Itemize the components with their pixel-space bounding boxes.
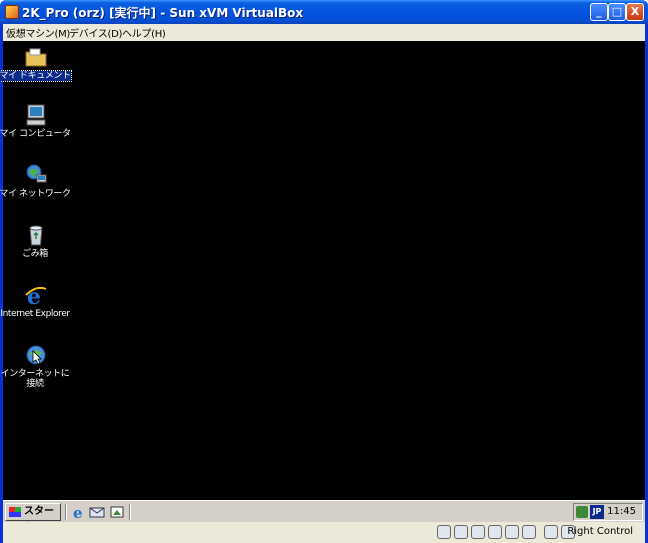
network-adapter-icon[interactable] [488, 525, 502, 539]
ime-indicator[interactable]: JP [590, 505, 604, 519]
network-status-icon[interactable] [576, 506, 588, 518]
vm-status-bar: Right Control [3, 522, 645, 543]
recycle-bin-icon [29, 225, 43, 246]
system-tray: JP 11:45 [573, 503, 643, 521]
ie-icon: e [25, 284, 47, 307]
desktop-icon-my-computer[interactable]: マイ コンピュータ [0, 103, 71, 155]
virtualbox-icon [5, 5, 19, 19]
connect-icon [26, 345, 46, 365]
host-key-label: Right Control [567, 526, 633, 537]
window-title: 2K_Pro (orz) [実行中] - Sun xVM VirtualBox [22, 6, 304, 20]
guest-screen[interactable]: マイ ドキュメント マイ コンピュータ マイ ネットワーク ごみ箱 e Inte… [0, 41, 645, 500]
desktop-icon-label: Internet Explorer [0, 309, 70, 319]
desktop-icon-label: マイ ネットワーク [0, 189, 71, 199]
svg-text:e: e [73, 504, 83, 520]
guest-taskbar: スタート e JP 11:45 [3, 500, 645, 533]
usb-icon[interactable] [505, 525, 519, 539]
menu-devices[interactable]: デバイス(D) [69, 25, 122, 40]
quicklaunch-outlook-icon[interactable] [89, 504, 105, 520]
start-button[interactable]: スタート [5, 503, 61, 533]
close-button[interactable]: X [626, 3, 644, 21]
folder-icon [25, 48, 47, 67]
title-bar[interactable]: 2K_Pro (orz) [実行中] - Sun xVM VirtualBox … [0, 0, 648, 24]
floppy-icon[interactable] [471, 525, 485, 539]
desktop-icon-my-documents[interactable]: マイ ドキュメント [0, 45, 72, 97]
quicklaunch-ie-icon[interactable]: e [71, 504, 87, 520]
network-icon [26, 164, 47, 183]
desktop-icon-label: マイ ドキュメント [0, 70, 72, 82]
taskbar-separator [129, 504, 131, 520]
quicklaunch-desktop-icon[interactable] [109, 504, 125, 520]
harddisk-icon[interactable] [437, 525, 451, 539]
desktop-icon-label: ごみ箱 [22, 249, 48, 259]
desktop-icon-connect-internet[interactable]: インターネットに接続 [1, 343, 70, 395]
desktop-icon-label: マイ コンピュータ [0, 129, 71, 139]
menu-machine[interactable]: 仮想マシン(M) [6, 25, 70, 40]
menu-help[interactable]: ヘルプ(H) [122, 25, 166, 40]
desktop-icon-label: インターネットに接続 [0, 369, 70, 389]
maximize-button[interactable]: □ [608, 3, 626, 21]
desktop-icon-recycle-bin[interactable]: ごみ箱 [3, 223, 67, 275]
taskbar-separator [65, 504, 67, 520]
computer-icon [26, 104, 46, 126]
clock: 11:45 [607, 506, 636, 517]
virtualbox-window: 2K_Pro (orz) [実行中] - Sun xVM VirtualBox … [0, 0, 648, 543]
mouse-integration-icon[interactable] [544, 525, 558, 539]
desktop-icon-my-network[interactable]: マイ ネットワーク [0, 163, 71, 215]
windows-logo-icon [9, 507, 21, 517]
cdrom-icon[interactable] [454, 525, 468, 539]
menu-bar: 仮想マシン(M) デバイス(D) ヘルプ(H) [3, 24, 645, 41]
shared-folders-icon[interactable] [522, 525, 536, 539]
desktop-icon-internet-explorer[interactable]: e Internet Explorer [0, 283, 70, 335]
minimize-button[interactable]: _ [590, 3, 608, 21]
